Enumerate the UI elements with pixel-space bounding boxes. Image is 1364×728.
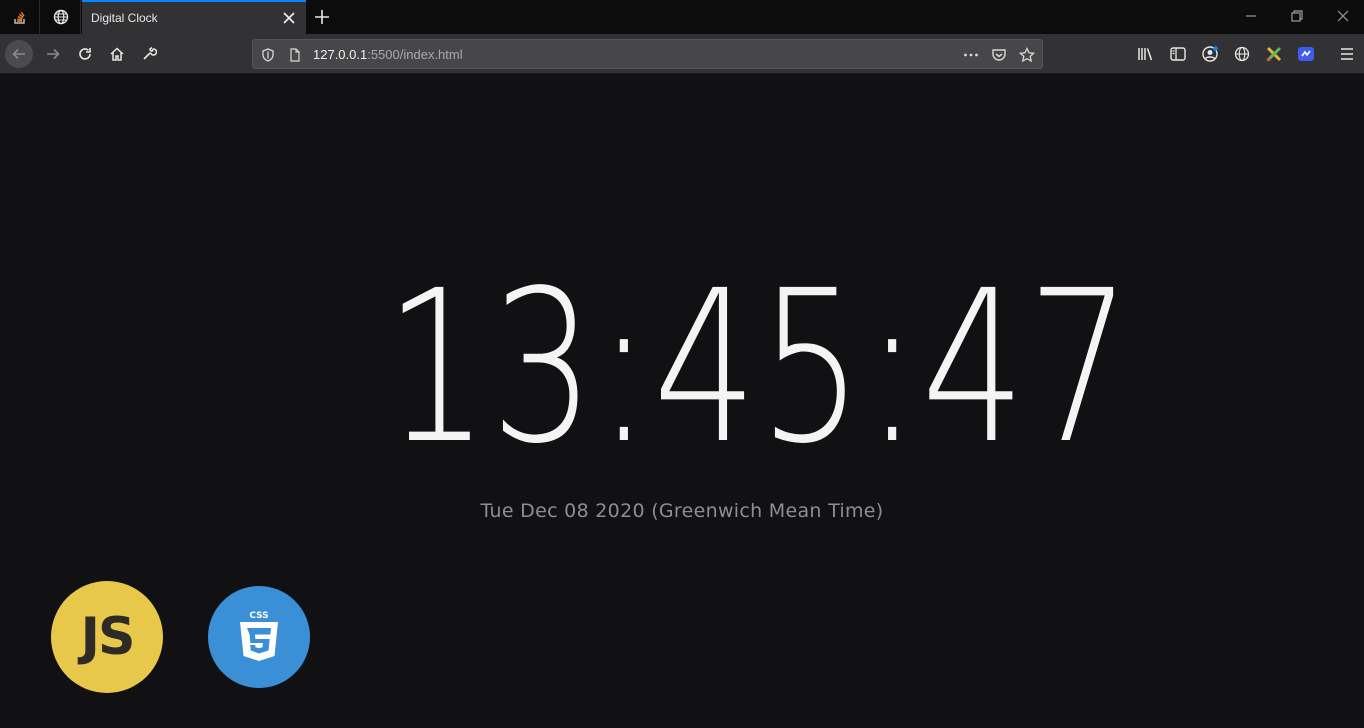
tab-digital-clock[interactable]: Digital Clock (82, 0, 306, 34)
navigation-toolbar: 127.0.0.1:5500/index.html (0, 34, 1364, 74)
tab-title: Digital Clock (91, 11, 158, 25)
clock-date: Tue Dec 08 2020 (Greenwich Mean Time) (480, 500, 884, 522)
digital-clock: 13:45:47 (300, 245, 1133, 490)
css3-logo-text: CSS (249, 611, 268, 621)
reload-icon (79, 48, 91, 60)
javascript-logo-text: JS (80, 607, 136, 667)
wrench-icon (143, 46, 157, 60)
css3-shield-icon: CSS (240, 611, 278, 661)
new-tab-icon[interactable] (313, 8, 331, 26)
javascript-logo: JS (51, 581, 163, 693)
reload-button[interactable] (71, 40, 99, 68)
arrow-right-icon (47, 48, 60, 60)
address-bar[interactable]: 127.0.0.1:5500/index.html (252, 39, 1043, 69)
clock-time: 13:45:47 (384, 245, 1133, 490)
tab-strip: Digital Clock (0, 0, 1364, 34)
globe-icon (53, 9, 68, 25)
tools-extension-icon[interactable] (1264, 44, 1284, 64)
sidebar-icon[interactable] (1168, 44, 1188, 64)
back-button[interactable] (5, 40, 33, 68)
tracking-protection-shield-icon[interactable] (259, 46, 277, 64)
forward-button[interactable] (39, 40, 67, 68)
url-path: :5500/index.html (367, 47, 463, 62)
url-host: 127.0.0.1 (313, 47, 368, 62)
page-info-icon[interactable] (286, 46, 304, 64)
globe-extension-icon[interactable] (1232, 44, 1252, 64)
customize-button[interactable] (135, 40, 163, 68)
css3-logo: CSS (208, 586, 310, 688)
extension-badge-icon[interactable] (1296, 44, 1316, 64)
home-icon (110, 47, 124, 61)
close-tab-icon[interactable] (282, 11, 296, 25)
url-text: 127.0.0.1:5500/index.html (313, 47, 463, 62)
menu-icon[interactable] (1337, 44, 1357, 64)
bookmark-star-icon[interactable] (1018, 46, 1036, 64)
minimize-icon[interactable] (1243, 8, 1259, 24)
stackoverflow-icon (13, 11, 25, 24)
restore-icon[interactable] (1289, 8, 1305, 24)
home-button[interactable] (103, 40, 131, 68)
library-icon[interactable] (1136, 44, 1156, 64)
page-actions-icon[interactable] (962, 46, 980, 64)
pocket-icon[interactable] (990, 46, 1008, 64)
pinned-tab-stackoverflow[interactable] (0, 0, 40, 34)
pinned-tab-globe[interactable] (41, 0, 81, 34)
arrow-left-icon (12, 48, 25, 60)
close-window-icon[interactable] (1335, 8, 1351, 24)
account-icon[interactable] (1200, 44, 1220, 64)
